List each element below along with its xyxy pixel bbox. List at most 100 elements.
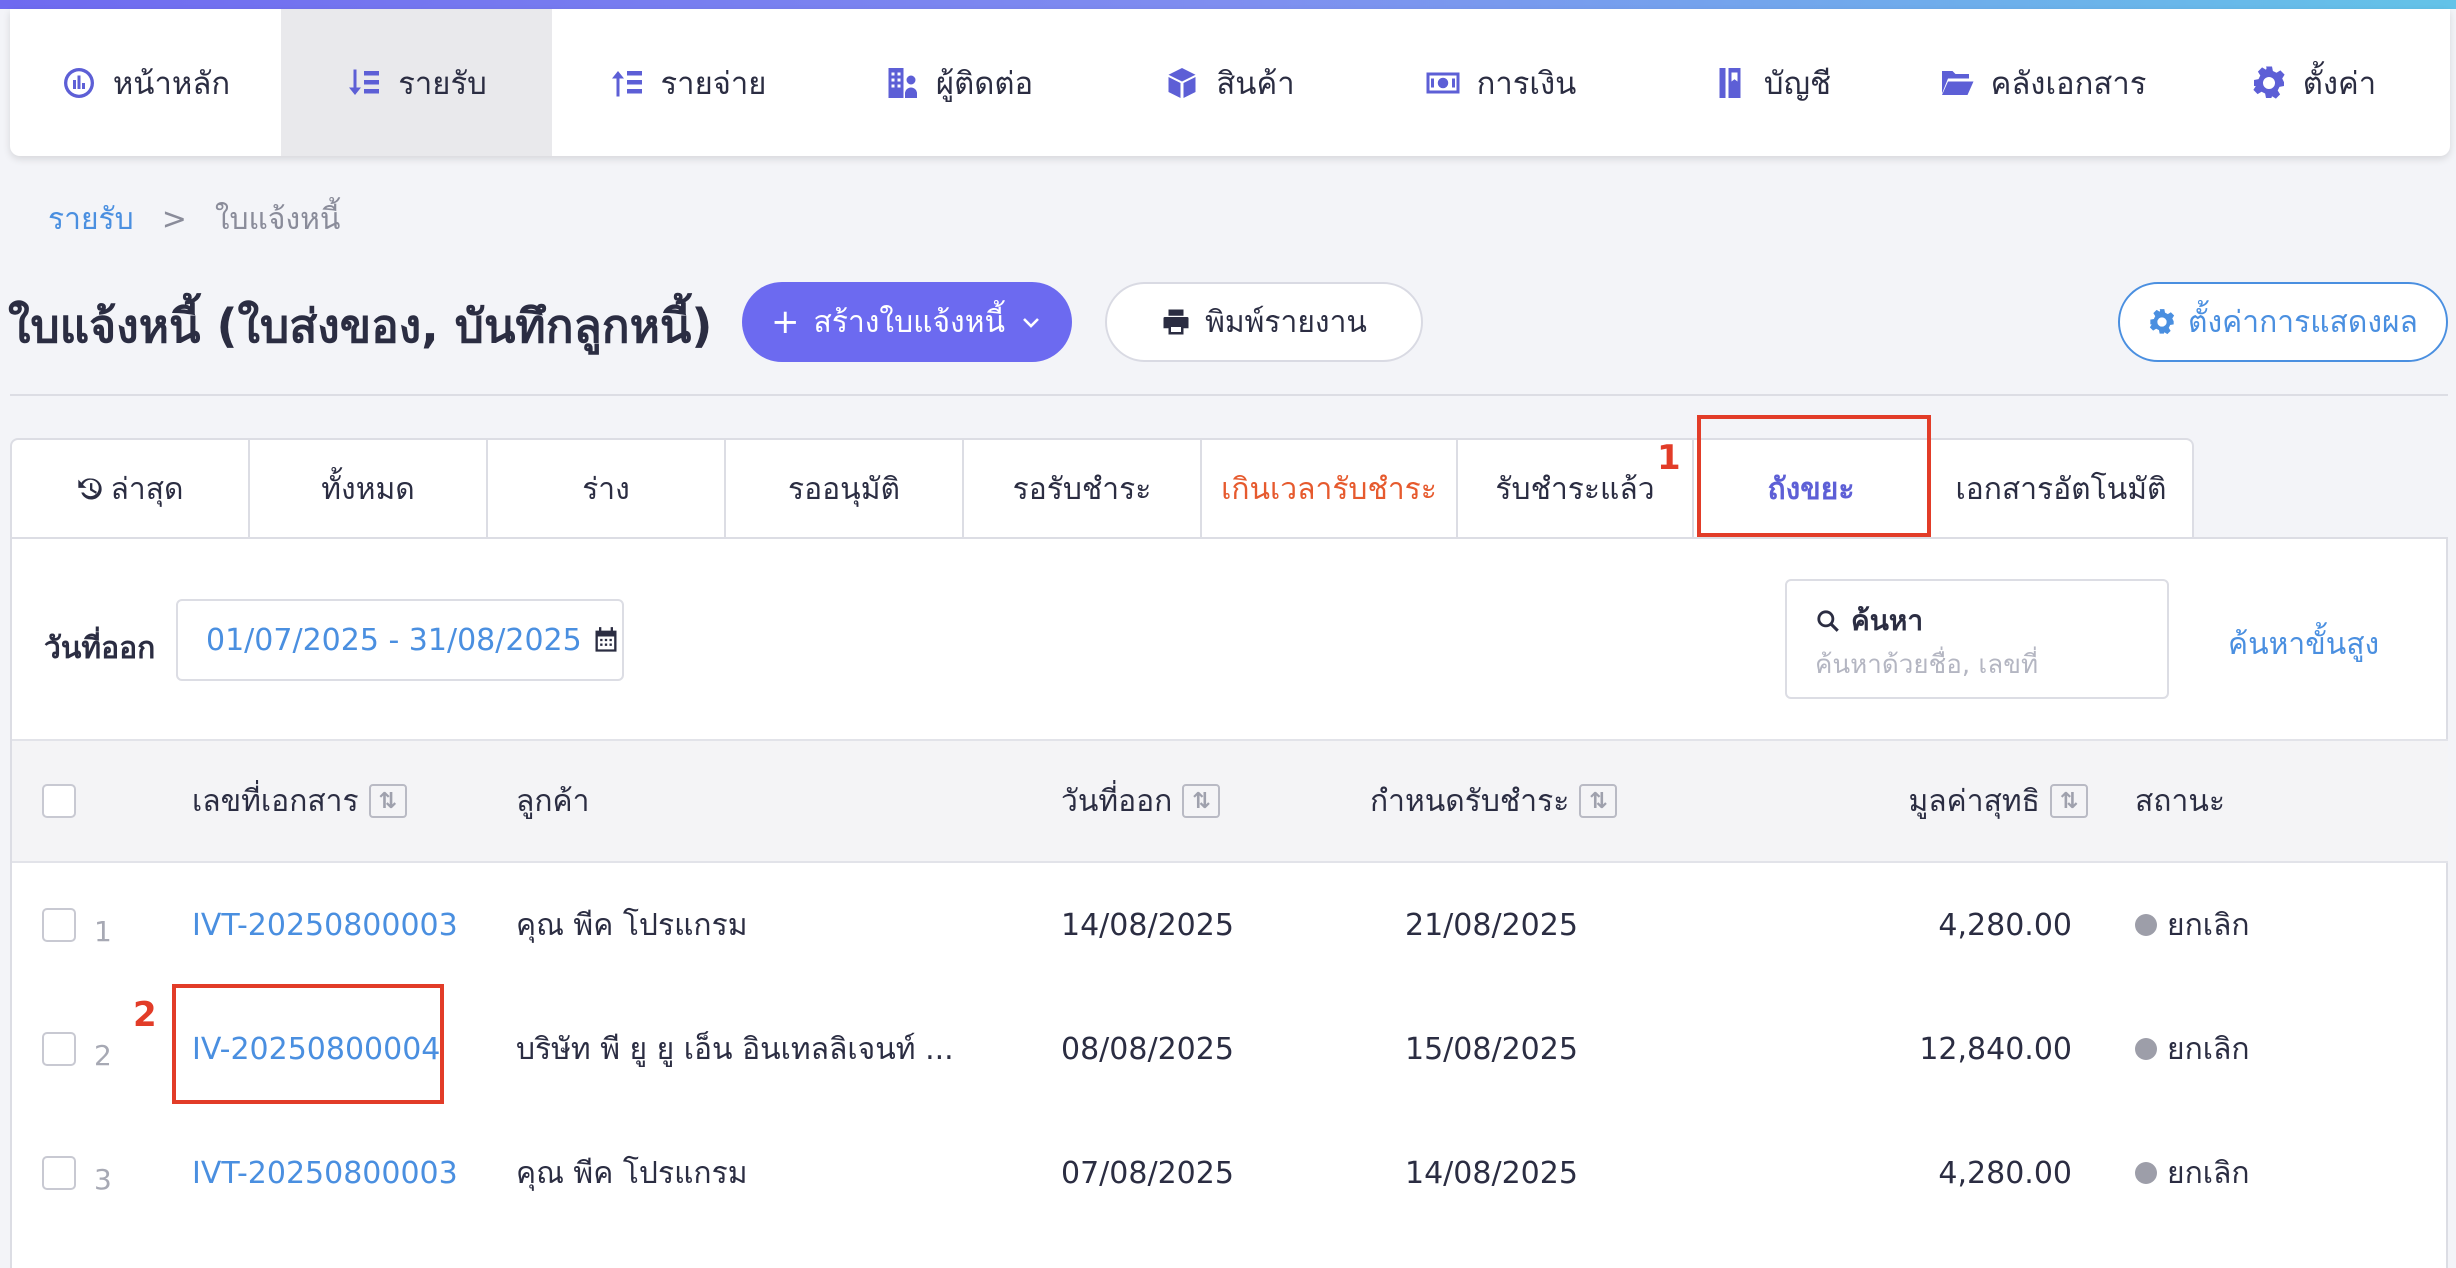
nav-item-documents[interactable]: คลังเอกสาร bbox=[1907, 9, 2178, 156]
tab-label: รออนุมัติ bbox=[788, 471, 900, 507]
breadcrumb-separator: > bbox=[161, 202, 187, 237]
net-amount: 4,280.00 bbox=[1938, 1155, 2072, 1191]
nav-label: รายจ่าย bbox=[660, 65, 767, 102]
breadcrumb-parent[interactable]: รายรับ bbox=[48, 196, 134, 243]
status-badge: ยกเลิก bbox=[2135, 863, 2250, 987]
search-label: ค้นหา bbox=[1851, 604, 1924, 637]
tab-label: เกินเวลารับชำระ bbox=[1221, 471, 1437, 507]
row-checkbox[interactable] bbox=[42, 1032, 76, 1066]
chevron-down-icon bbox=[1023, 318, 1039, 328]
due-date: 21/08/2025 bbox=[1405, 907, 1578, 943]
customer-name: คุณ พีค โปรแกรม bbox=[516, 1155, 748, 1191]
header-label: วันที่ออก bbox=[1061, 783, 1173, 819]
tab-latest[interactable]: ล่าสุด bbox=[12, 440, 250, 538]
search-input[interactable] bbox=[1815, 643, 2145, 687]
nav-item-settings[interactable]: ตั้งค่า bbox=[2178, 9, 2449, 156]
search-box[interactable]: ค้นหา bbox=[1785, 579, 2169, 699]
tab-automated-documents[interactable]: เอกสารอัตโนมัติ bbox=[1930, 440, 2192, 538]
tab-trash[interactable]: ถังขยะ bbox=[1694, 440, 1930, 538]
sort-icon[interactable]: ⇅ bbox=[1579, 784, 1618, 818]
tab-label: ร่าง bbox=[582, 471, 630, 507]
date-range-value: 01/07/2025 - 31/08/2025 bbox=[206, 622, 582, 658]
money-icon bbox=[1426, 72, 1460, 93]
invoice-list-panel: วันที่ออก 01/07/2025 - 31/08/2025 ค้นหา … bbox=[10, 537, 2448, 1268]
status-badge: ยกเลิก bbox=[2135, 1111, 2250, 1235]
select-all-checkbox[interactable] bbox=[42, 784, 76, 818]
tab-draft[interactable]: ร่าง bbox=[488, 440, 726, 538]
nav-item-expense[interactable]: รายจ่าย bbox=[552, 9, 823, 156]
net-amount: 12,840.00 bbox=[1919, 1031, 2072, 1067]
date-range-picker[interactable]: 01/07/2025 - 31/08/2025 bbox=[176, 599, 624, 681]
nav-item-finance[interactable]: การเงิน bbox=[1365, 9, 1636, 156]
sort-icon[interactable]: ⇅ bbox=[2050, 784, 2088, 818]
row-number: 3 bbox=[94, 1162, 112, 1196]
status-dot bbox=[2135, 1038, 2157, 1060]
annotation-number-1: 1 bbox=[1657, 438, 1681, 478]
tab-pending-approval[interactable]: รออนุมัติ bbox=[726, 440, 964, 538]
annotation-number-2: 2 bbox=[133, 995, 157, 1035]
gear-icon bbox=[2149, 309, 2175, 335]
sort-icon[interactable]: ⇅ bbox=[368, 784, 407, 818]
header-due-date[interactable]: กำหนดรับชำระ ⇅ bbox=[1370, 741, 1618, 861]
table-header: เลขที่เอกสาร ⇅ ลูกค้า วันที่ออก ⇅ กำหนดร… bbox=[12, 739, 2448, 863]
tab-awaiting-payment[interactable]: รอรับชำระ bbox=[964, 440, 1202, 538]
expense-icon bbox=[611, 70, 642, 96]
header-status: สถานะ bbox=[2135, 741, 2225, 861]
status-label: ยกเลิก bbox=[2167, 907, 2250, 943]
doc-number-link[interactable]: IVT-20250800003 bbox=[192, 863, 458, 987]
customer-name: คุณ พีค โปรแกรม bbox=[516, 907, 748, 943]
due-date: 15/08/2025 bbox=[1405, 1031, 1578, 1067]
header-label: มูลค่าสุทธิ bbox=[1908, 783, 2040, 819]
history-icon bbox=[78, 478, 103, 500]
nav-item-income[interactable]: รายรับ bbox=[281, 9, 552, 156]
dashboard-icon bbox=[63, 67, 94, 98]
header-label: สถานะ bbox=[2135, 783, 2225, 819]
status-dot bbox=[2135, 1162, 2157, 1184]
create-invoice-button[interactable]: + สร้างใบแจ้งหนี้ bbox=[742, 282, 1072, 362]
nav-item-contacts[interactable]: ผู้ติดต่อ bbox=[823, 9, 1094, 156]
tab-label: ทั้งหมด bbox=[321, 471, 415, 507]
header-net-amount[interactable]: มูลค่าสุทธิ ⇅ bbox=[1909, 741, 2088, 861]
sort-icon[interactable]: ⇅ bbox=[1182, 784, 1221, 818]
issue-date: 07/08/2025 bbox=[1061, 1155, 1234, 1191]
status-tabs: ล่าสุด ทั้งหมด ร่าง รออนุมัติ รอรับชำระ … bbox=[10, 438, 2194, 538]
calendar-icon bbox=[595, 627, 617, 652]
display-settings-label: ตั้งค่าการแสดงผล bbox=[2188, 304, 2418, 340]
nav-item-accounting[interactable]: บัญชี bbox=[1636, 9, 1907, 156]
nav-label: สินค้า bbox=[1216, 65, 1295, 102]
tab-label: รับชำระแล้ว bbox=[1495, 471, 1655, 507]
issue-date: 14/08/2025 bbox=[1061, 907, 1234, 943]
breadcrumb-current: ใบแจ้งหนี้ bbox=[214, 202, 341, 237]
doc-number-link[interactable]: IV-20250800004 bbox=[192, 987, 440, 1111]
row-number: 1 bbox=[94, 914, 112, 948]
main-nav: หน้าหลัก รายรับ รายจ่าย ผู้ติดต่อ สินค้า… bbox=[10, 9, 2450, 156]
header-issue-date[interactable]: วันที่ออก ⇅ bbox=[1061, 741, 1221, 861]
tab-all[interactable]: ทั้งหมด bbox=[250, 440, 488, 538]
nav-label: การเงิน bbox=[1476, 65, 1577, 102]
table-row[interactable]: 3 IVT-20250800003 คุณ พีค โปรแกรม 07/08/… bbox=[12, 1111, 2448, 1235]
nav-item-products[interactable]: สินค้า bbox=[1094, 9, 1365, 156]
nav-label: คลังเอกสาร bbox=[1990, 65, 2147, 102]
advanced-search-link[interactable]: ค้นหาขั้นสูง bbox=[2228, 621, 2379, 668]
doc-number-link[interactable]: IVT-20250800003 bbox=[192, 1111, 458, 1235]
nav-label: ตั้งค่า bbox=[2302, 65, 2377, 102]
display-settings-button[interactable]: ตั้งค่าการแสดงผล bbox=[2118, 282, 2448, 362]
header-doc-no[interactable]: เลขที่เอกสาร ⇅ bbox=[192, 741, 407, 861]
nav-label: บัญชี bbox=[1763, 65, 1832, 102]
table-row[interactable]: 1 IVT-20250800003 คุณ พีค โปรแกรม 14/08/… bbox=[12, 863, 2448, 987]
table-row[interactable]: 2 IV-20250800004 บริษัท พี ยู ยู เอ็น อิ… bbox=[12, 987, 2448, 1111]
tab-overdue[interactable]: เกินเวลารับชำระ bbox=[1202, 440, 1458, 538]
folder-icon bbox=[1941, 70, 1974, 95]
row-checkbox[interactable] bbox=[42, 1156, 76, 1190]
nav-label: หน้าหลัก bbox=[112, 65, 231, 102]
tab-label: ล่าสุด bbox=[110, 471, 184, 507]
contacts-icon bbox=[888, 67, 917, 98]
search-icon bbox=[1817, 610, 1839, 632]
search-label-row: ค้นหา bbox=[1815, 599, 1923, 643]
due-date: 14/08/2025 bbox=[1405, 1155, 1578, 1191]
print-report-label: พิมพ์รายงาน bbox=[1205, 304, 1367, 340]
nav-item-home[interactable]: หน้าหลัก bbox=[10, 9, 281, 156]
row-checkbox[interactable] bbox=[42, 908, 76, 942]
plus-icon: + bbox=[771, 302, 800, 342]
print-report-button[interactable]: พิมพ์รายงาน bbox=[1105, 282, 1423, 362]
